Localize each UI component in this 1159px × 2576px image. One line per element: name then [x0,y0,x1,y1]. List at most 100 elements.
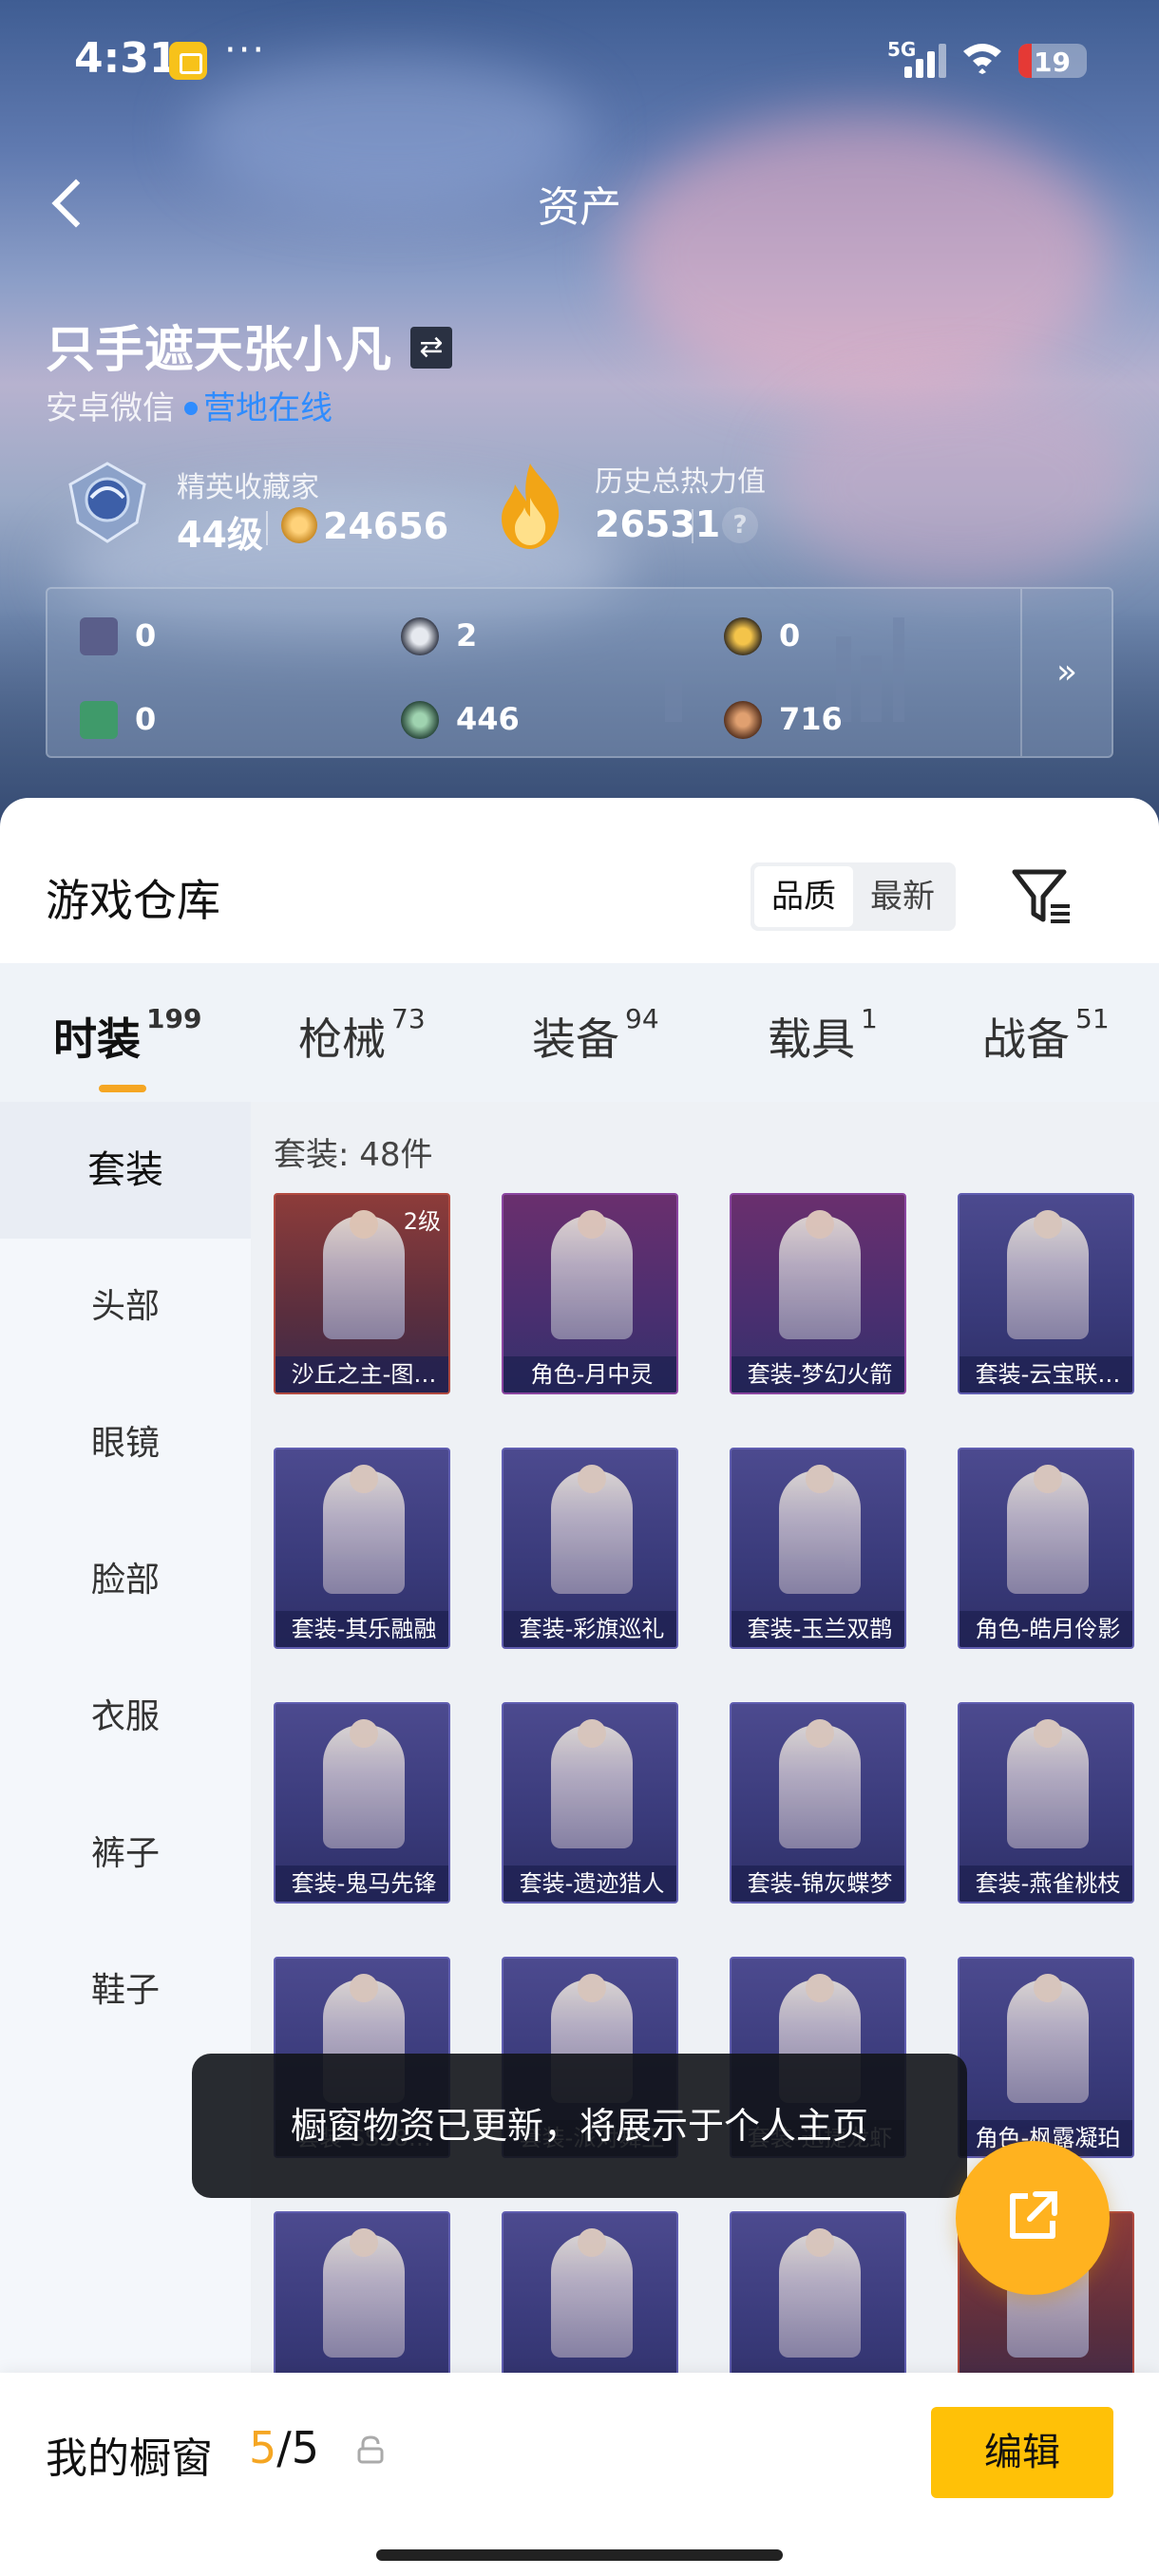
outfit-name: 套装-其乐融融 [276,1611,448,1647]
outfit-thumbnail [323,1210,405,1339]
subcategory-sidebar: 套装 头部 眼镜 脸部 衣服 裤子 鞋子 [0,1102,251,2576]
sidebar-item-glasses[interactable]: 眼镜 [0,1375,251,1512]
share-button[interactable] [956,2141,1110,2295]
signal-icon [904,44,948,78]
outfit-name: 套装-燕雀桃枝 [960,1866,1132,1902]
expand-currency-button[interactable]: » [1020,589,1112,756]
outfit-card[interactable]: 套装-彩旗巡礼 [502,1448,678,1649]
more-notifications-icon: ··· [224,28,267,72]
currency-value: 0 [779,617,801,653]
outfit-card[interactable]: 套装-梦幻火箭 [730,1193,906,1394]
outfit-card[interactable]: 套装-鬼马先锋 [274,1702,450,1904]
outfit-thumbnail [779,1719,861,1848]
outfit-name: 套装-玉兰双鹊 [732,1611,904,1647]
sort-quality-button[interactable]: 品质 [754,866,853,927]
outfit-card[interactable]: 2级 沙丘之主-图… [274,1193,450,1394]
sidebar-item-shoes[interactable]: 鞋子 [0,1923,251,2059]
tab-count: 94 [625,1003,659,1034]
showcase-total: /5 [276,2422,320,2473]
outfit-card[interactable]: 角色-月中灵 [502,1193,678,1394]
outfit-card[interactable]: 套装-云宝联… [958,1193,1134,1394]
active-tab-indicator [99,1085,146,1092]
outfit-name: 角色-月中灵 [504,1356,676,1392]
silver-coin-icon [401,617,439,655]
player-name: 只手遮天张小凡 [46,322,392,379]
tab-count: 73 [391,1003,426,1034]
outfit-name: 套装-彩旗巡礼 [504,1611,676,1647]
currency-panel: 0 2 0 0 446 716 » [46,587,1113,758]
showcase-count: 5/5 [249,2422,319,2473]
rank-title: 精英收藏家 [177,471,319,504]
outfit-thumbnail [551,1210,633,1339]
tab-vehicles[interactable]: 载具 1 [768,1003,878,1068]
edit-button[interactable]: 编辑 [931,2407,1113,2498]
card-icon [80,617,118,655]
online-dot-icon [184,401,198,415]
player-platform: 安卓微信 营地在线 [46,382,332,428]
background-cloud [779,380,1140,589]
sidebar-item-clothes[interactable]: 衣服 [0,1649,251,1786]
currency-value: 2 [456,617,478,653]
tab-count: 199 [146,1003,202,1034]
online-status: 营地在线 [203,389,332,427]
top-nav: 资产 [0,161,1159,247]
outfit-name: 角色-皓月伶影 [960,1611,1132,1647]
tab-count: 1 [861,1003,878,1034]
sidebar-item-face[interactable]: 脸部 [0,1512,251,1649]
switch-account-icon[interactable]: ⇄ [410,327,452,369]
outfit-card[interactable]: 套装-遗迹猎人 [502,1702,678,1904]
battery-level: 19 [1034,47,1071,78]
page-title: 资产 [538,183,621,232]
rank-coins: 24656 [323,505,449,547]
tab-supplies[interactable]: 战备 51 [982,1003,1110,1068]
outfit-thumbnail [1007,1974,1089,2103]
help-icon[interactable]: ? [722,507,758,543]
divider [692,509,694,543]
outfit-thumbnail [779,1210,861,1339]
outfit-card[interactable]: 套装-锦灰蝶梦 [730,1702,906,1904]
home-indicator [376,2549,783,2561]
tab-fashion[interactable]: 时装 199 [53,1003,202,1068]
warehouse-sheet: 游戏仓库 品质 最新 时装 199 枪械 73 装备 94 载具 1 战备 51 套装 头… [0,798,1159,2576]
sidebar-item-pants[interactable]: 裤子 [0,1786,251,1923]
sidebar-item-suits[interactable]: 套装 [0,1102,251,1239]
currency-value: 716 [779,701,843,737]
tab-equipment[interactable]: 装备 94 [532,1003,659,1068]
status-time: 4:31 [74,34,179,83]
sidebar-item-head[interactable]: 头部 [0,1239,251,1375]
outfit-name: 套装-鬼马先锋 [276,1866,448,1902]
outfit-thumbnail [323,2228,405,2358]
tab-label: 战备 [982,1013,1070,1065]
collector-badge-icon [65,460,150,545]
outfit-thumbnail [323,1465,405,1594]
tab-label: 载具 [768,1013,855,1065]
status-bar: 4:31 ··· 5G 19 [0,0,1159,114]
showcase-current: 5 [249,2422,277,2473]
collector-coin-icon [281,507,317,543]
outfit-card[interactable]: 套装-玉兰双鹊 [730,1448,906,1649]
category-tabs: 时装 199 枪械 73 装备 94 载具 1 战备 51 [0,963,1159,1102]
rank-level: 44级 [177,514,263,556]
outfit-card[interactable]: 套装-其乐融融 [274,1448,450,1649]
sort-newest-button[interactable]: 最新 [853,866,952,927]
outfit-card[interactable]: 套装-燕雀桃枝 [958,1702,1134,1904]
share-icon [1003,2187,1062,2245]
battery-icon: 19 [1018,44,1087,78]
green-orb-icon [401,701,439,739]
platform-label: 安卓微信 [46,389,175,427]
outfit-card[interactable]: 角色-皓月伶影 [958,1448,1134,1649]
wifi-icon [961,40,1003,84]
background-cloud [618,114,1112,399]
tab-count: 51 [1075,1003,1110,1034]
toast-message: 橱窗物资已更新，将展示于个人主页 [192,2054,967,2198]
tab-weapons[interactable]: 枪械 73 [298,1003,426,1068]
item-grid: 套装: 48件 2级 沙丘之主-图… 角色-月中灵 套装-梦幻火箭 套装-云宝联… 套装-… [251,1102,1159,2576]
outfit-card[interactable]: 角色-枫露凝珀 [958,1957,1134,2158]
bronze-coin-icon [724,701,762,739]
outfit-name: 套装-遗迹猎人 [504,1866,676,1902]
tab-label: 枪械 [298,1013,386,1065]
filter-icon[interactable] [1009,864,1075,931]
tab-label: 时装 [53,1013,141,1065]
gold-coin-icon [724,617,762,655]
outfit-thumbnail [1007,1210,1089,1339]
